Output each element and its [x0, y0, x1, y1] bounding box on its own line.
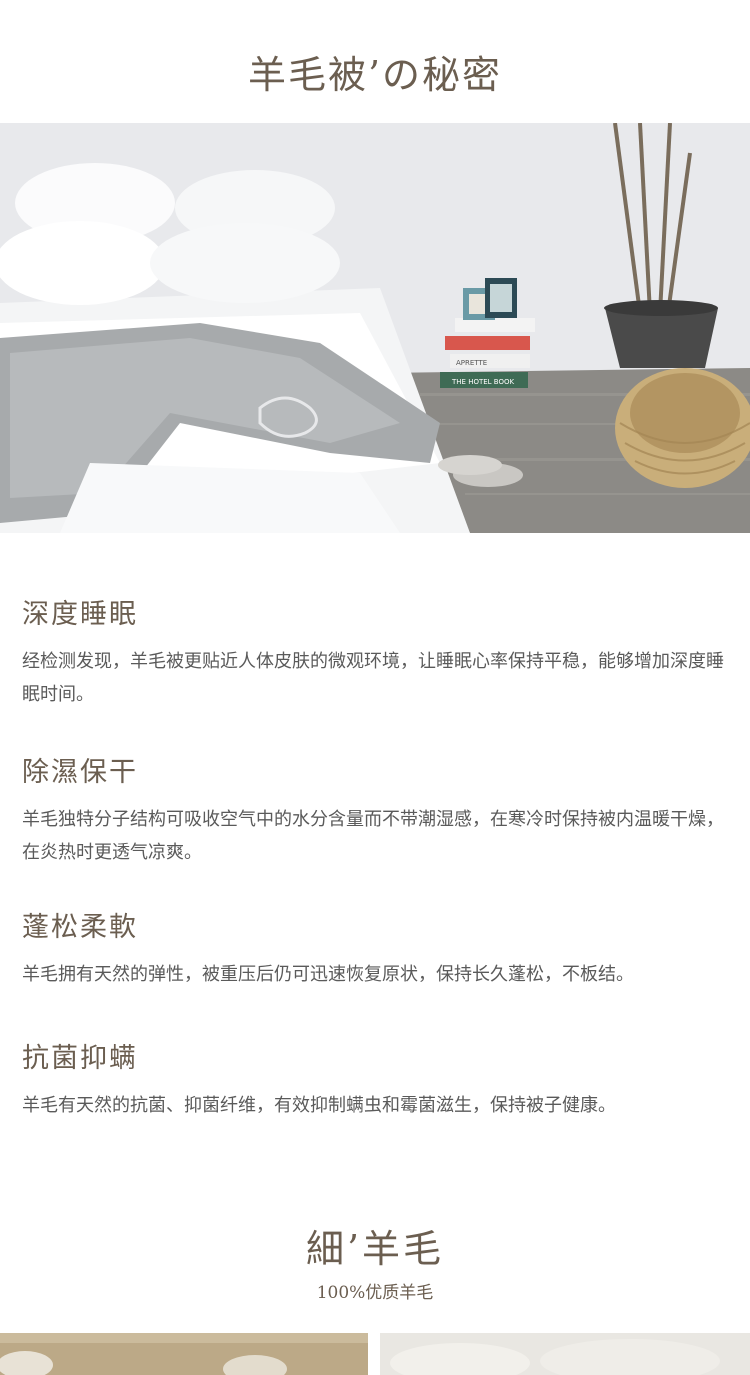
sheep-pasture-image [0, 1333, 368, 1375]
bedroom-illustration: THE HOTEL BOOK APRETTE [0, 123, 750, 533]
hero-bedroom-image: THE HOTEL BOOK APRETTE [0, 123, 750, 533]
wool-closeup-image [380, 1333, 750, 1375]
feature-description: 经检测发现，羊毛被更贴近人体皮肤的微观环境，让睡眠心率保持平稳，能够增加深度睡眠… [22, 651, 724, 705]
feature-description: 羊毛拥有天然的弹性，被重压后仍可迅速恢复原状，保持长久蓬松，不板结。 [22, 964, 634, 985]
feature-heading: 深度睡眠 [22, 599, 138, 630]
feature-description: 羊毛独特分子结构可吸收空气中的水分含量而不带潮湿感，在寒冷时保持被内温暖干燥，在… [22, 809, 724, 863]
feature-deep-sleep: 深度睡眠 经检测发现，羊毛被更贴近人体皮肤的微观环境，让睡眠心率保持平稳，能够增… [22, 592, 732, 711]
sheep-illustration [0, 1333, 368, 1375]
section-subtitle: 100%优质羊毛 [316, 1283, 434, 1303]
feature-heading: 除濕保干 [22, 757, 138, 788]
product-detail-page: 羊毛被’の秘密 THE HOTEL BOOK APRETTE 深度睡眠 经检测发… [0, 0, 750, 1375]
feature-description: 羊毛有天然的抗菌、抑菌纤维，有效抑制螨虫和霉菌滋生，保持被子健康。 [22, 1095, 616, 1116]
section-title-fine-wool: 細’羊毛 [305, 1227, 445, 1271]
feature-antibacterial: 抗菌抑螨 羊毛有天然的抗菌、抑菌纤维，有效抑制螨虫和霉菌滋生，保持被子健康。 [22, 1036, 732, 1122]
book-spine-text: THE HOTEL BOOK [451, 378, 514, 386]
feature-heading: 抗菌抑螨 [22, 1043, 138, 1074]
page-title: 羊毛被’の秘密 [247, 53, 503, 97]
feature-fluffy-soft: 蓬松柔軟 羊毛拥有天然的弹性，被重压后仍可迅速恢复原状，保持长久蓬松，不板结。 [22, 905, 732, 991]
feature-heading: 蓬松柔軟 [22, 912, 138, 943]
book-spine-text-2: APRETTE [456, 359, 487, 367]
wool-illustration [380, 1333, 750, 1375]
feature-dehumidify: 除濕保干 羊毛独特分子结构可吸收空气中的水分含量而不带潮湿感，在寒冷时保持被内温… [22, 750, 732, 869]
